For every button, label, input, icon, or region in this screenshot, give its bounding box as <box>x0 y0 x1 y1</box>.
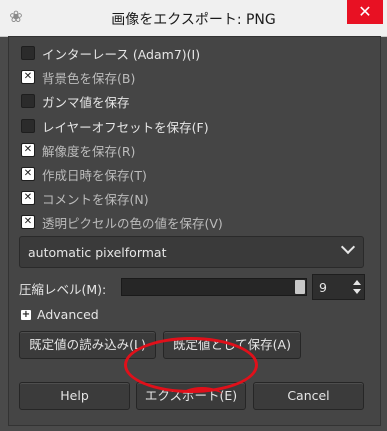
option-interlace[interactable]: インターレース (Adam7)(I) <box>21 43 200 63</box>
interlace-checkbox[interactable] <box>21 46 35 60</box>
chevron-down-icon <box>340 239 356 255</box>
help-button[interactable]: Help <box>19 382 130 410</box>
save-layer-offset-checkbox[interactable] <box>21 119 35 133</box>
save-background-checkbox[interactable]: ✕ <box>21 70 35 84</box>
compression-label: 圧縮レベル(M): <box>19 282 107 297</box>
option-save-comment[interactable]: ✕ コメントを保存(N) <box>21 188 149 208</box>
option-save-creation-time[interactable]: ✕ 作成日時を保存(T) <box>21 164 147 184</box>
export-options-panel: インターレース (Adam7)(I) ✕ 背景色を保存(B) ガンマ値を保存 レ… <box>8 36 381 426</box>
compression-value: 9 <box>319 280 327 295</box>
save-gamma-label: ガンマ値を保存 <box>42 94 130 110</box>
save-creation-time-label: 作成日時を保存(T) <box>42 167 147 183</box>
export-button[interactable]: エクスポート(E) <box>136 382 246 410</box>
advanced-expander[interactable]: + Advanced <box>21 307 99 322</box>
spin-down-arrow-icon[interactable] <box>353 289 361 294</box>
compression-spinbox[interactable]: 9 <box>312 274 365 300</box>
load-defaults-button[interactable]: 既定値の読み込み(L) <box>19 331 156 359</box>
save-transparent-color-checkbox[interactable]: ✕ <box>21 215 35 229</box>
advanced-label: Advanced <box>37 307 99 322</box>
save-gamma-checkbox[interactable] <box>21 94 35 108</box>
compression-slider-handle[interactable] <box>295 280 305 294</box>
save-background-label: 背景色を保存(B) <box>42 70 136 86</box>
option-save-gamma[interactable]: ガンマ値を保存 <box>21 91 130 111</box>
save-transparent-color-label: 透明ピクセルの色の値を保存(V) <box>42 215 223 231</box>
pixelformat-value: automatic pixelformat <box>28 245 167 260</box>
option-save-resolution[interactable]: ✕ 解像度を保存(R) <box>21 140 135 160</box>
option-save-layer-offset[interactable]: レイヤーオフセットを保存(F) <box>21 116 209 136</box>
compression-slider-fill <box>122 279 306 295</box>
save-creation-time-checkbox[interactable]: ✕ <box>21 167 35 181</box>
save-comment-checkbox[interactable]: ✕ <box>21 191 35 205</box>
save-layer-offset-label: レイヤーオフセットを保存(F) <box>42 119 209 135</box>
save-resolution-checkbox[interactable]: ✕ <box>21 143 35 157</box>
compression-slider[interactable] <box>121 278 307 296</box>
option-save-background[interactable]: ✕ 背景色を保存(B) <box>21 67 135 87</box>
title-bar: ❀ 画像をエクスポート: PNG ✕ <box>0 0 387 37</box>
close-button[interactable]: ✕ <box>347 0 383 24</box>
save-resolution-label: 解像度を保存(R) <box>42 143 136 159</box>
plus-icon: + <box>21 308 31 320</box>
pixelformat-dropdown[interactable]: automatic pixelformat <box>19 236 364 268</box>
spin-up-arrow-icon[interactable] <box>353 280 361 285</box>
window-title: 画像をエクスポート: PNG <box>111 12 276 28</box>
save-comment-label: コメントを保存(N) <box>42 191 149 207</box>
save-defaults-button[interactable]: 既定値として保存(A) <box>163 331 301 359</box>
interlace-label: インターレース (Adam7)(I) <box>42 46 201 62</box>
option-save-transparent-color[interactable]: ✕ 透明ピクセルの色の値を保存(V) <box>21 212 223 232</box>
cancel-button[interactable]: Cancel <box>253 382 364 410</box>
